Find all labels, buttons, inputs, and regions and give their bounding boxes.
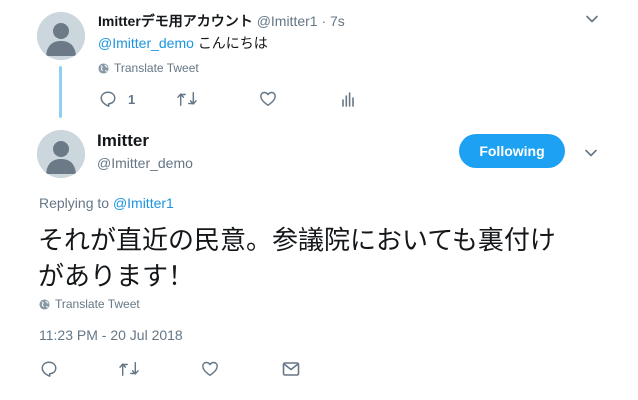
main-tweet-text-line2: があります！ [38, 261, 195, 291]
main-avatar[interactable] [37, 130, 85, 178]
chevron-down-icon [585, 149, 597, 157]
replying-to-link[interactable]: @Imitter1 [113, 195, 174, 211]
reply-icon [100, 91, 116, 107]
main-timestamp[interactable]: 11:23 PM - 20 Jul 2018 [39, 327, 183, 343]
main-message-button[interactable] [282, 361, 300, 377]
reply-time[interactable]: · 7s [321, 13, 344, 29]
like-icon [202, 361, 218, 377]
reply-icon [41, 361, 57, 377]
globe-icon [98, 62, 109, 74]
main-handle[interactable]: @Imitter_demo [97, 155, 193, 171]
main-menu-chevron[interactable] [584, 146, 598, 160]
reply-translate-label: Translate Tweet [114, 61, 199, 75]
reply-like-button[interactable] [259, 90, 277, 108]
like-icon [260, 91, 276, 107]
main-tweet-text-line1: それが直近の民意。参議院においても裏付け [38, 225, 556, 255]
reply-count: 1 [128, 91, 136, 107]
replying-to-line: Replying to @Imitter1 [39, 195, 174, 211]
reply-header: Imitterデモ用アカウント @Imitter1 · 7s [98, 11, 345, 31]
main-translate-label: Translate Tweet [55, 297, 140, 311]
main-translate-link[interactable]: Translate Tweet [39, 297, 140, 311]
replying-to-prefix: Replying to [39, 195, 110, 211]
thread-connector-line [59, 66, 62, 118]
message-icon [282, 362, 300, 376]
main-reply-button[interactable] [40, 360, 58, 378]
reply-text: こんにちは [197, 35, 268, 51]
retweet-icon [119, 361, 139, 377]
reply-mention-link[interactable]: @Imitter_demo [98, 35, 194, 51]
reply-menu-chevron[interactable] [585, 12, 599, 26]
analytics-icon [342, 92, 354, 107]
following-button[interactable]: Following [459, 134, 565, 168]
reply-reply-button[interactable]: 1 [99, 90, 135, 108]
main-retweet-button[interactable] [118, 360, 140, 378]
reply-handle[interactable]: @Imitter1 [257, 13, 318, 29]
globe-icon [39, 298, 50, 310]
reply-translate-link[interactable]: Translate Tweet [98, 61, 199, 75]
default-avatar-icon [37, 12, 85, 60]
main-like-button[interactable] [201, 360, 219, 378]
reply-display-name[interactable]: Imitterデモ用アカウント [98, 13, 253, 29]
retweet-icon [177, 91, 197, 107]
main-display-name[interactable]: Imitter [97, 131, 149, 151]
reply-analytics-button[interactable] [341, 91, 355, 107]
reply-avatar[interactable] [37, 12, 85, 60]
main-tweet-text: それが直近の民意。参議院においても裏付け があります！ [38, 222, 556, 294]
chevron-down-icon [586, 15, 598, 23]
reply-retweet-button[interactable] [176, 90, 198, 108]
default-avatar-icon [37, 130, 85, 178]
reply-body: @Imitter_demo こんにちは [98, 33, 268, 53]
